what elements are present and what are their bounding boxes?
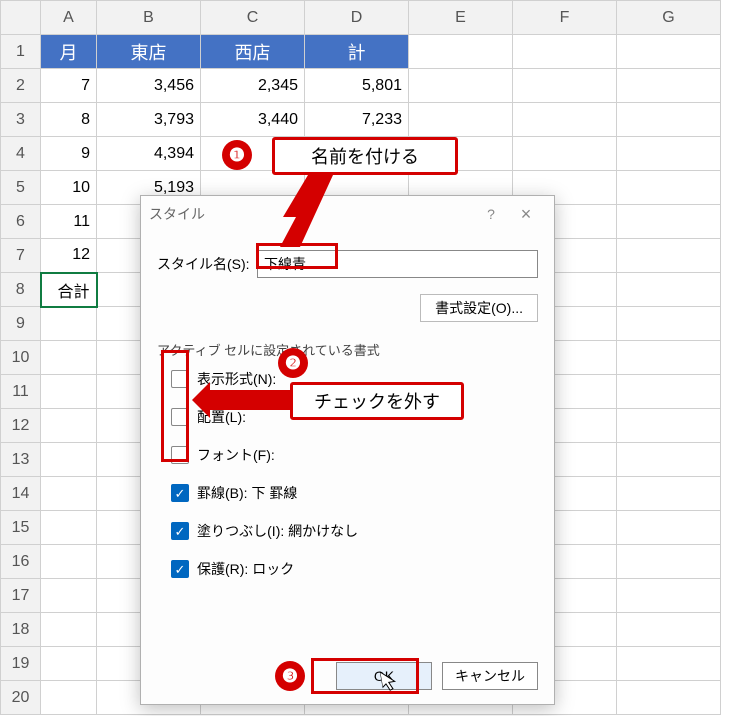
col-header-B[interactable]: B <box>97 1 201 35</box>
cell-B1[interactable]: 東店 <box>97 35 201 69</box>
checkbox-number[interactable] <box>171 370 189 388</box>
cell-A7[interactable]: 12 <box>41 239 97 273</box>
dialog-titlebar[interactable]: スタイル ? × <box>141 196 554 232</box>
cell-A1[interactable]: 月 <box>41 35 97 69</box>
badge-2-icon: ❷ <box>278 348 308 378</box>
close-button[interactable]: × <box>506 204 546 225</box>
row-header-1[interactable]: 1 <box>1 35 41 69</box>
row-header-20[interactable]: 20 <box>1 681 41 715</box>
col-header-G[interactable]: G <box>617 1 721 35</box>
format-settings-button[interactable]: 書式設定(O)... <box>420 294 538 322</box>
cell-A3[interactable]: 8 <box>41 103 97 137</box>
row-header-11[interactable]: 11 <box>1 375 41 409</box>
style-dialog: スタイル ? × スタイル名(S): 書式設定(O)... アクティブ セルに設… <box>140 195 555 705</box>
cell-G3[interactable] <box>617 103 721 137</box>
cell-F2[interactable] <box>513 69 617 103</box>
checkbox-font[interactable] <box>171 446 189 464</box>
cell-C3[interactable]: 3,440 <box>201 103 305 137</box>
row-header-16[interactable]: 16 <box>1 545 41 579</box>
active-cell-format-label: アクティブ セルに設定されている書式 <box>157 340 538 359</box>
cell-B2[interactable]: 3,456 <box>97 69 201 103</box>
cell-F1[interactable] <box>513 35 617 69</box>
col-header-A[interactable]: A <box>41 1 97 35</box>
row-header-7[interactable]: 7 <box>1 239 41 273</box>
row-header-10[interactable]: 10 <box>1 341 41 375</box>
row-header-15[interactable]: 15 <box>1 511 41 545</box>
checkbox-protection[interactable] <box>171 560 189 578</box>
checkbox-font-label: フォント(F): <box>197 445 275 465</box>
checkbox-protection-label: 保護(R): ロック <box>197 559 294 579</box>
checkbox-fill-label: 塗りつぶし(I): 網かけなし <box>197 521 358 541</box>
cell-A5[interactable]: 10 <box>41 171 97 205</box>
style-name-input[interactable] <box>257 250 538 278</box>
annotation-2-arrow-icon <box>190 380 300 420</box>
col-header-E[interactable]: E <box>409 1 513 35</box>
row-header-9[interactable]: 9 <box>1 307 41 341</box>
col-header-D[interactable]: D <box>305 1 409 35</box>
badge-3-icon: ❸ <box>275 661 305 691</box>
cell-C1[interactable]: 西店 <box>201 35 305 69</box>
cell-E1[interactable] <box>409 35 513 69</box>
cell-A8[interactable]: 合計 <box>41 273 97 307</box>
help-button[interactable]: ? <box>476 206 506 222</box>
badge-1-icon: ❶ <box>222 140 252 170</box>
row-header-8[interactable]: 8 <box>1 273 41 307</box>
select-all-corner[interactable] <box>1 1 41 35</box>
cell-A2[interactable]: 7 <box>41 69 97 103</box>
cell-G4[interactable] <box>617 137 721 171</box>
row-header-13[interactable]: 13 <box>1 443 41 477</box>
cell-D2[interactable]: 5,801 <box>305 69 409 103</box>
checkbox-border[interactable] <box>171 484 189 502</box>
col-header-F[interactable]: F <box>513 1 617 35</box>
row-header-14[interactable]: 14 <box>1 477 41 511</box>
row-header-6[interactable]: 6 <box>1 205 41 239</box>
cancel-button[interactable]: キャンセル <box>442 662 538 690</box>
row-header-18[interactable]: 18 <box>1 613 41 647</box>
cell-F3[interactable] <box>513 103 617 137</box>
cell-D3[interactable]: 7,233 <box>305 103 409 137</box>
cell-G8[interactable] <box>617 273 721 307</box>
cell-A6[interactable]: 11 <box>41 205 97 239</box>
row-header-19[interactable]: 19 <box>1 647 41 681</box>
cell-B4[interactable]: 4,394 <box>97 137 201 171</box>
row-header-3[interactable]: 3 <box>1 103 41 137</box>
cell-C2[interactable]: 2,345 <box>201 69 305 103</box>
cell-D1[interactable]: 計 <box>305 35 409 69</box>
row-header-17[interactable]: 17 <box>1 579 41 613</box>
col-header-C[interactable]: C <box>201 1 305 35</box>
cell-G6[interactable] <box>617 205 721 239</box>
row-header-5[interactable]: 5 <box>1 171 41 205</box>
checkbox-border-label: 罫線(B): 下 罫線 <box>197 483 297 503</box>
annotation-2: チェックを外す <box>290 382 464 420</box>
cell-G2[interactable] <box>617 69 721 103</box>
cell-G7[interactable] <box>617 239 721 273</box>
style-name-label: スタイル名(S): <box>157 254 257 274</box>
annotation-1: 名前を付ける <box>272 137 458 175</box>
cell-G5[interactable] <box>617 171 721 205</box>
cell-A4[interactable]: 9 <box>41 137 97 171</box>
cell-B3[interactable]: 3,793 <box>97 103 201 137</box>
annotation-1-arrow-icon <box>278 172 338 252</box>
cell-E3[interactable] <box>409 103 513 137</box>
row-header-2[interactable]: 2 <box>1 69 41 103</box>
checkbox-alignment[interactable] <box>171 408 189 426</box>
cell-G1[interactable] <box>617 35 721 69</box>
row-header-12[interactable]: 12 <box>1 409 41 443</box>
row-header-4[interactable]: 4 <box>1 137 41 171</box>
checkbox-fill[interactable] <box>171 522 189 540</box>
cell-F4[interactable] <box>513 137 617 171</box>
cell-E2[interactable] <box>409 69 513 103</box>
